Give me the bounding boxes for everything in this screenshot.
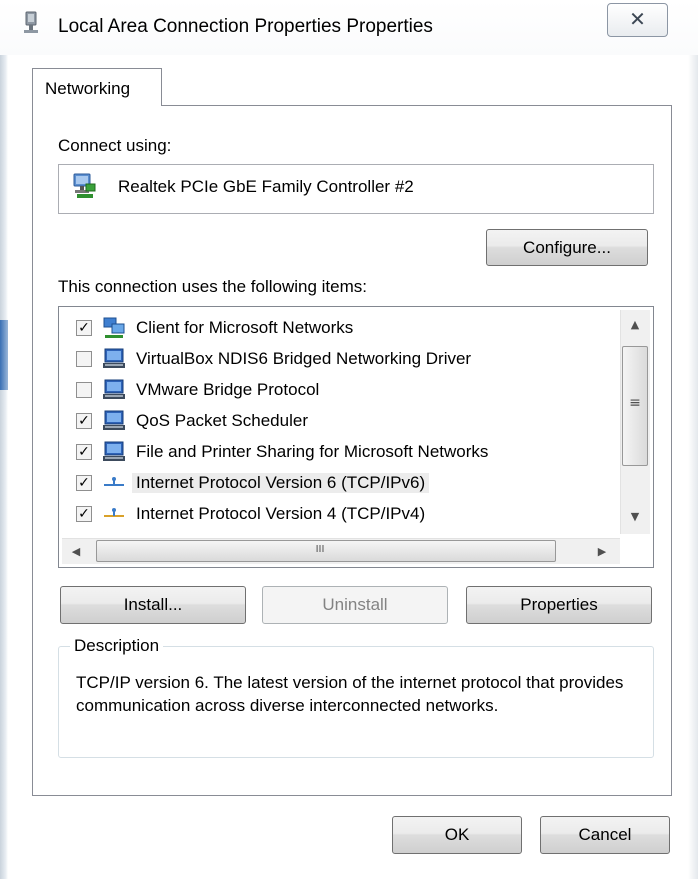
network-connection-icon <box>22 11 40 39</box>
item-label: File and Printer Sharing for Microsoft N… <box>136 442 489 461</box>
check-mark: ✓ <box>78 475 90 491</box>
network-service-icon <box>102 440 126 464</box>
checkbox[interactable]: ✓ <box>76 506 92 522</box>
network-service-icon <box>102 409 126 433</box>
checkbox[interactable]: ✓ <box>76 444 92 460</box>
adapter-name: Realtek PCIe GbE Family Controller #2 <box>118 177 414 196</box>
window-title: Local Area Connection Properties Propert… <box>58 16 433 37</box>
scroll-grip-icon: III <box>315 544 325 555</box>
scroll-down-arrow-icon[interactable]: ▼ <box>620 510 650 523</box>
network-service-icon <box>102 347 126 371</box>
ok-button[interactable]: OK <box>392 816 522 854</box>
network-service-icon <box>102 378 126 402</box>
item-label: Internet Protocol Version 6 (TCP/IPv6) <box>132 473 430 493</box>
protocol-icon <box>102 471 126 495</box>
checkbox[interactable]: ✓ <box>76 475 92 491</box>
checkbox[interactable] <box>76 382 92 398</box>
checkbox[interactable] <box>76 351 92 367</box>
protocol-icon <box>102 502 126 526</box>
install-button[interactable]: Install... <box>60 586 246 624</box>
close-button[interactable]: ✕ <box>607 3 668 37</box>
item-label: Internet Protocol Version 4 (TCP/IPv4) <box>136 504 426 523</box>
check-mark: ✓ <box>78 413 90 429</box>
check-mark: ✓ <box>78 444 90 460</box>
window-right-edge <box>688 0 698 879</box>
checkbox[interactable]: ✓ <box>76 320 92 336</box>
item-label: QoS Packet Scheduler <box>136 411 308 430</box>
components-list[interactable] <box>58 306 654 568</box>
scroll-up-arrow-icon[interactable]: ▲ <box>620 318 650 331</box>
item-label: Client for Microsoft Networks <box>136 318 354 337</box>
checkbox[interactable]: ✓ <box>76 413 92 429</box>
items-label: This connection uses the following items… <box>58 277 367 296</box>
item-label: VMware Bridge Protocol <box>136 380 320 399</box>
close-icon: ✕ <box>629 7 646 31</box>
scroll-grip-icon: ≡ <box>629 395 641 411</box>
properties-button[interactable]: Properties <box>466 586 652 624</box>
cancel-button[interactable]: Cancel <box>540 816 670 854</box>
description-label: Description <box>70 636 164 656</box>
check-mark: ✓ <box>78 320 90 336</box>
network-adapter-icon <box>72 172 98 200</box>
item-label: VirtualBox NDIS6 Bridged Networking Driv… <box>136 349 472 368</box>
scroll-right-arrow-icon[interactable]: ▶ <box>592 545 612 558</box>
client-network-icon <box>102 316 126 340</box>
connect-using-label: Connect using: <box>58 136 172 155</box>
scroll-left-arrow-icon[interactable]: ◀ <box>66 545 86 558</box>
window-left-edge <box>0 0 8 879</box>
tab-networking[interactable]: Networking <box>32 68 162 106</box>
uninstall-button[interactable]: Uninstall <box>262 586 448 624</box>
check-mark: ✓ <box>78 506 90 522</box>
description-text: TCP/IP version 6. The latest version of … <box>76 673 624 715</box>
configure-button[interactable]: Configure... <box>486 229 648 266</box>
